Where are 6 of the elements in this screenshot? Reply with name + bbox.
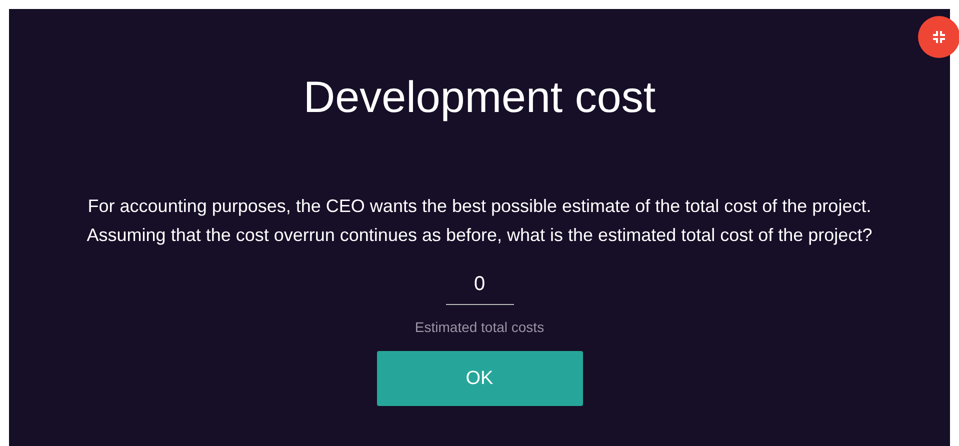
field-label: Estimated total costs	[414, 319, 544, 335]
dialog-title: Development cost	[303, 72, 656, 124]
collapse-icon	[932, 30, 946, 44]
answer-field[interactable]: 0	[446, 269, 514, 305]
question-text: For accounting purposes, the CEO wants the best possible estimate of the total cost of the project.	[88, 195, 872, 218]
question-text: Assuming that the cost overrun continues as before, what is the estimated total cost of the project?	[86, 224, 872, 247]
